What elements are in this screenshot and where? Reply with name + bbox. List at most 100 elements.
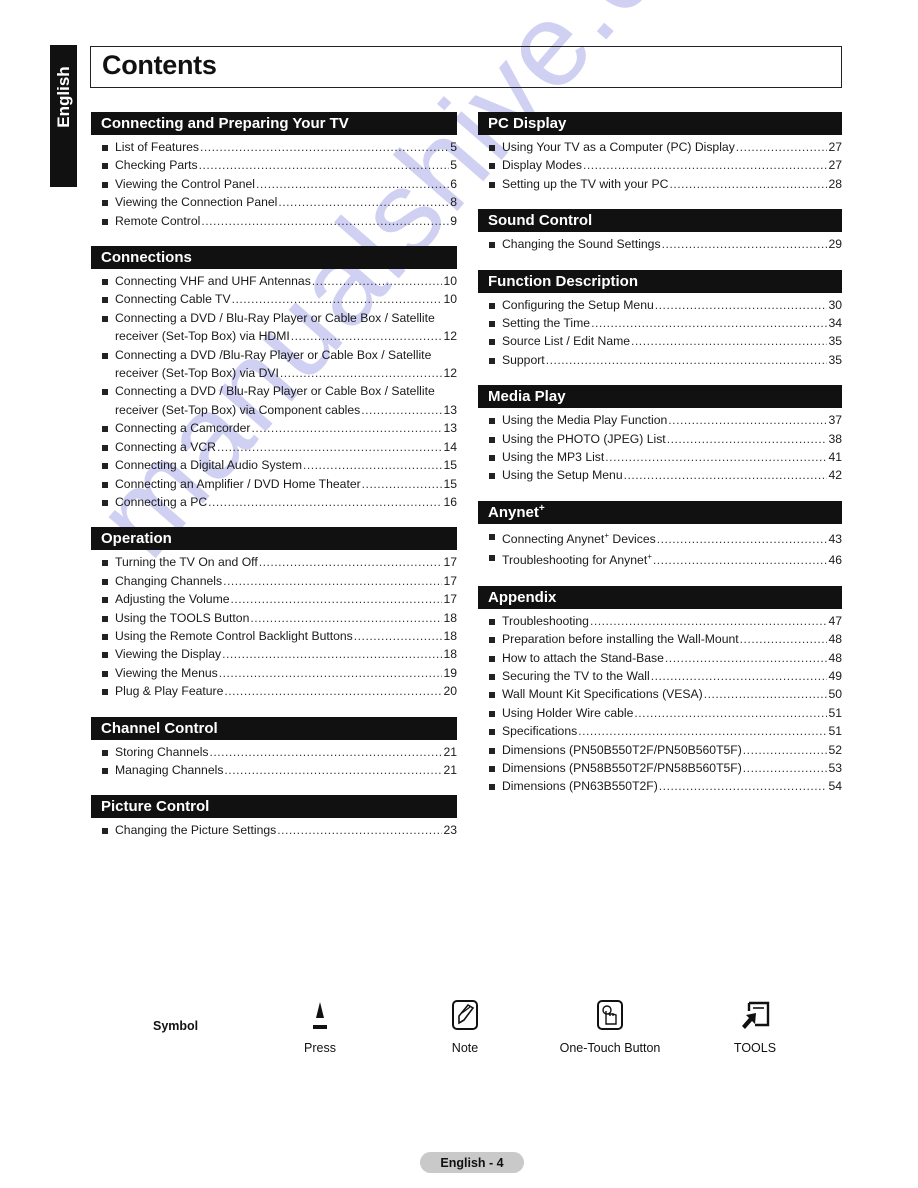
- toc-entry[interactable]: Connecting a Digital Audio System 15: [91, 456, 457, 474]
- section-heading-text: PC Display: [488, 115, 567, 132]
- toc-entry[interactable]: Using the MP3 List 41: [478, 448, 842, 466]
- one-touch-button-icon: [550, 995, 670, 1035]
- toc-entry-title: Using the PHOTO (JPEG) List: [502, 430, 666, 448]
- dot-leader: [223, 572, 442, 590]
- toc-entry-page-number: 30: [828, 297, 842, 312]
- toc-entry[interactable]: Using the TOOLS Button 18: [91, 609, 457, 627]
- toc-entry[interactable]: Turning the TV On and Off 17: [91, 553, 457, 571]
- toc-entry[interactable]: Connecting Anynet+ Devices 43: [478, 527, 842, 548]
- toc-entry[interactable]: Preparation before installing the Wall-M…: [478, 630, 842, 648]
- toc-entry-title-text: Adjusting the Volume: [115, 592, 230, 607]
- toc-entry-title-text: Viewing the Menus: [115, 665, 218, 680]
- toc-entry[interactable]: Specifications 51: [478, 722, 842, 740]
- dot-leader: [546, 351, 828, 369]
- toc-entry[interactable]: Connecting a DVD / Blu-Ray Player or Cab…: [91, 382, 457, 419]
- toc-entry[interactable]: Setting up the TV with your PC 28: [478, 175, 842, 193]
- toc-entry[interactable]: Checking Parts 5: [91, 156, 457, 174]
- toc-entry-title: Adjusting the Volume: [115, 590, 230, 608]
- toc-entry[interactable]: How to attach the Stand-Base 48: [478, 649, 842, 667]
- toc-entry[interactable]: Source List / Edit Name 35: [478, 332, 842, 350]
- toc-entry-page-number: 51: [828, 705, 842, 720]
- toc-entry[interactable]: Setting the Time 34: [478, 314, 842, 332]
- section-heading: Connecting and Preparing Your TV: [91, 112, 457, 135]
- toc-entry-title-text: Display Modes: [502, 158, 582, 173]
- toc-entry[interactable]: Dimensions (PN58B550T2F/PN58B560T5F) 53: [478, 759, 842, 777]
- toc-entry[interactable]: Connecting an Amplifier / DVD Home Theat…: [91, 475, 457, 493]
- bullet-square-icon: [102, 279, 108, 286]
- toc-entry-title-text: Source List / Edit Name: [502, 334, 631, 349]
- toc-entry[interactable]: Changing the Picture Settings 23: [91, 821, 457, 839]
- dot-leader: [259, 553, 443, 571]
- dot-leader: [280, 364, 443, 382]
- toc-entry[interactable]: Dimensions (PN63B550T2F) 54: [478, 777, 842, 795]
- toc-entry-page-number: 54: [828, 779, 842, 794]
- toc-entry[interactable]: Securing the TV to the Wall 49: [478, 667, 842, 685]
- toc-entry[interactable]: Connecting a DVD / Blu-Ray Player or Cab…: [91, 309, 457, 346]
- bullet-square-icon: [489, 473, 495, 480]
- toc-entry[interactable]: Connecting VHF and UHF Antennas 10: [91, 272, 457, 290]
- toc-entry[interactable]: Managing Channels 21: [91, 761, 457, 779]
- toc-entry-title-text: Viewing the Connection Panel: [115, 195, 278, 210]
- toc-entry[interactable]: Troubleshooting for Anynet+46: [478, 548, 842, 569]
- toc-entry[interactable]: Wall Mount Kit Specifications (VESA) 50: [478, 685, 842, 703]
- toc-entry[interactable]: Storing Channels 21: [91, 743, 457, 761]
- dot-leader: [659, 777, 828, 795]
- toc-entry[interactable]: Using Your TV as a Computer (PC) Display…: [478, 138, 842, 156]
- toc-entry[interactable]: Support 35: [478, 351, 842, 369]
- toc-entry[interactable]: Using Holder Wire cable 51: [478, 704, 842, 722]
- bullet-square-icon: [489, 618, 495, 625]
- toc-entry-title: Viewing the Control Panel: [115, 175, 255, 193]
- toc-entry[interactable]: Connecting a Camcorder 13: [91, 419, 457, 437]
- toc-entry-page-number: 35: [828, 352, 842, 367]
- toc-entry[interactable]: Connecting a DVD /Blu-Ray Player or Cabl…: [91, 346, 457, 383]
- toc-entry[interactable]: Display Modes 27: [478, 156, 842, 174]
- toc-entry[interactable]: Using the Media Play Function 37: [478, 411, 842, 429]
- toc-entry-title: Connecting VHF and UHF Antennas: [115, 272, 311, 290]
- toc-entry-title: Viewing the Connection Panel: [115, 193, 277, 211]
- toc-entry[interactable]: Connecting Cable TV 10: [91, 290, 457, 308]
- dot-leader: [736, 138, 828, 156]
- dot-leader: [743, 759, 828, 777]
- toc-entry[interactable]: Adjusting the Volume 17: [91, 590, 457, 608]
- toc-entry-title-text: Setting the Time: [502, 316, 591, 331]
- bullet-square-icon: [489, 729, 495, 736]
- toc-entry[interactable]: Changing Channels 17: [91, 572, 457, 590]
- toc-entry[interactable]: Viewing the Connection Panel 8: [91, 193, 457, 211]
- toc-entry-title: Plug & Play Feature: [115, 682, 223, 700]
- toc-entry[interactable]: Plug & Play Feature 20: [91, 682, 457, 700]
- toc-entry[interactable]: Viewing the Display 18: [91, 645, 457, 663]
- dot-leader: [231, 590, 443, 608]
- toc-entry-page-number: 21: [443, 762, 457, 777]
- bullet-square-icon: [102, 481, 108, 488]
- bullet-square-icon: [102, 218, 108, 225]
- toc-entry[interactable]: Configuring the Setup Menu 30: [478, 296, 842, 314]
- toc-entry[interactable]: Using the PHOTO (JPEG) List 38: [478, 430, 842, 448]
- toc-entry-title-text: Securing the TV to the Wall: [502, 669, 650, 684]
- toc-entry[interactable]: Changing the Sound Settings 29: [478, 235, 842, 253]
- dot-leader: [651, 667, 828, 685]
- toc-entry[interactable]: Connecting a PC 16: [91, 493, 457, 511]
- toc-entry-page-number: 38: [828, 431, 842, 446]
- page-number-badge: English - 4: [420, 1152, 524, 1173]
- bullet-square-icon: [102, 597, 108, 604]
- dot-leader: [354, 627, 443, 645]
- toc-entry[interactable]: Remote Control 9: [91, 212, 457, 230]
- toc-entry[interactable]: Using the Setup Menu 42: [478, 466, 842, 484]
- toc-entry-page-number: 49: [828, 669, 842, 684]
- toc-entry[interactable]: Troubleshooting 47: [478, 612, 842, 630]
- bullet-square-icon: [489, 710, 495, 717]
- toc-entry[interactable]: Connecting a VCR 14: [91, 438, 457, 456]
- toc-entry[interactable]: Viewing the Menus 19: [91, 664, 457, 682]
- toc-entry[interactable]: Viewing the Control Panel 6: [91, 175, 457, 193]
- dot-leader: [208, 493, 442, 511]
- toc-entry[interactable]: List of Features 5: [91, 138, 457, 156]
- dot-leader: [578, 722, 827, 740]
- toc-entry-page-number: 27: [828, 158, 842, 173]
- toc-section: Picture Control Changing the Picture Sett…: [91, 795, 457, 839]
- bullet-square-icon: [102, 163, 108, 170]
- toc-entry[interactable]: Dimensions (PN50B550T2F/PN50B560T5F) 52: [478, 741, 842, 759]
- toc-entry[interactable]: Using the Remote Control Backlight Butto…: [91, 627, 457, 645]
- section-heading-text: Connecting and Preparing Your TV: [101, 115, 349, 132]
- toc-entry-title: Configuring the Setup Menu: [502, 296, 654, 314]
- section-heading: Channel Control: [91, 716, 457, 740]
